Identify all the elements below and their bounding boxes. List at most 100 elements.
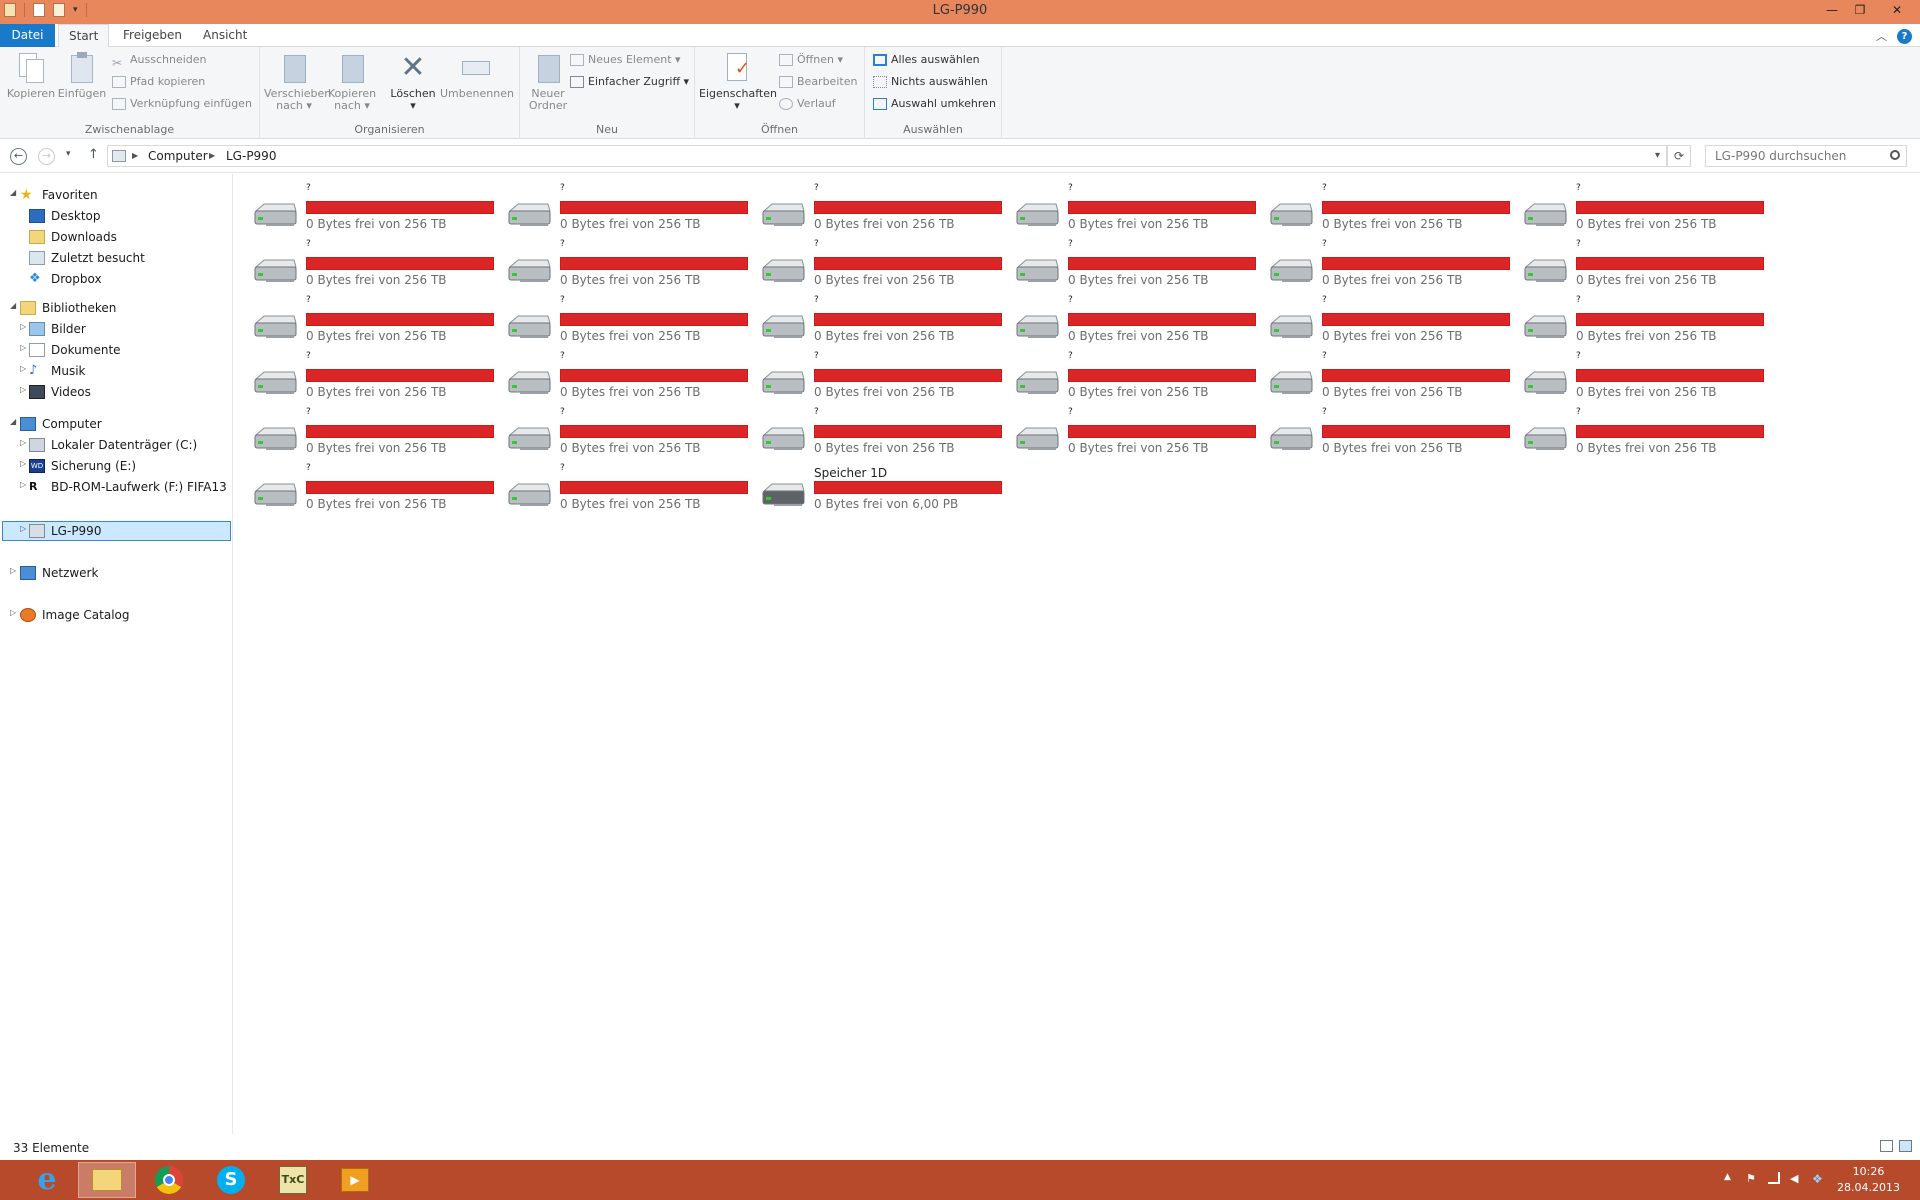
forward-arrow-icon[interactable]: →	[38, 148, 55, 165]
nav-musik[interactable]: ♪ Musik	[29, 361, 86, 381]
drive-tile[interactable]: ? 0 Bytes frei von 256 TB	[1250, 407, 1510, 458]
expand-computer-triangle-icon[interactable]: ◢	[10, 417, 16, 426]
tab-freigeben[interactable]: Freigeben	[113, 24, 192, 47]
expand-netzwerk-triangle-icon[interactable]: ▷	[10, 566, 16, 575]
expand-imagecatalog-triangle-icon[interactable]: ▷	[10, 608, 16, 617]
chrome-icon[interactable]	[140, 1162, 198, 1198]
drive-tile[interactable]: ? 0 Bytes frei von 256 TB	[488, 183, 748, 234]
expand-sicherung-triangle-icon[interactable]: ▷	[20, 459, 26, 468]
system-clock[interactable]: 10:26 28.04.2013	[1837, 1164, 1900, 1196]
drive-tile[interactable]: ? 0 Bytes frei von 256 TB	[742, 407, 1002, 458]
expand-bdrom-triangle-icon[interactable]: ▷	[20, 480, 26, 489]
drive-tile[interactable]: ? 0 Bytes frei von 256 TB	[996, 295, 1256, 346]
nav-lokaler-datentraeger[interactable]: Lokaler Datenträger (C:)	[29, 435, 197, 455]
breadcrumb-computer[interactable]: Computer	[148, 149, 208, 163]
nav-videos[interactable]: Videos	[29, 382, 91, 402]
drive-tile[interactable]: ? 0 Bytes frei von 256 TB	[234, 351, 494, 402]
signal-strength-icon[interactable]	[1768, 1172, 1780, 1184]
expand-dokumente-triangle-icon[interactable]: ▷	[20, 343, 26, 352]
tab-ansicht[interactable]: Ansicht	[193, 24, 257, 47]
expand-favoriten-triangle-icon[interactable]: ◢	[10, 188, 16, 197]
restore-button[interactable]: ❐	[1846, 0, 1874, 20]
minimize-button[interactable]: —	[1818, 0, 1846, 20]
bearbeiten-button[interactable]: Bearbeiten	[779, 73, 857, 91]
file-explorer-icon[interactable]	[78, 1162, 136, 1198]
drive-tile[interactable]: ? 0 Bytes frei von 256 TB	[742, 239, 1002, 290]
internet-explorer-icon[interactable]: e	[18, 1162, 76, 1198]
address-bar[interactable]: ▶ Computer ▶ LG-P990 ▾	[107, 145, 1667, 167]
drive-tile-speicher[interactable]: Speicher 1D 0 Bytes frei von 6,00 PB	[742, 464, 1002, 514]
loeschen-dropdown-chevron-icon[interactable]: ▾	[390, 100, 436, 112]
drive-tile[interactable]: ? 0 Bytes frei von 256 TB	[488, 351, 748, 402]
kopieren-button[interactable]: Kopieren	[6, 51, 56, 100]
neuer-ordner-button[interactable]: Neuer Ordner	[526, 51, 570, 112]
show-hidden-icons-chevron-icon[interactable]: ▲	[1724, 1172, 1736, 1184]
eigenschaften-dropdown-chevron-icon[interactable]: ▾	[699, 100, 775, 112]
drive-tile[interactable]: ? 0 Bytes frei von 256 TB	[234, 183, 494, 234]
up-arrow-icon[interactable]: ↑	[88, 147, 99, 162]
drive-tile[interactable]: ? 0 Bytes frei von 256 TB	[996, 239, 1256, 290]
drive-tile[interactable]: ? 0 Bytes frei von 256 TB	[1250, 295, 1510, 346]
tab-datei[interactable]: Datei	[0, 24, 55, 47]
action-center-flag-icon[interactable]: ⚑	[1746, 1172, 1758, 1185]
nav-image-catalog[interactable]: Image Catalog	[20, 605, 129, 625]
skype-icon[interactable]: S	[202, 1162, 260, 1198]
einfuegen-button[interactable]: Einfügen	[56, 51, 108, 100]
drive-tile[interactable]: ? 0 Bytes frei von 256 TB	[234, 295, 494, 346]
drive-tile[interactable]: ? 0 Bytes frei von 256 TB	[1504, 183, 1764, 234]
expand-lokal-triangle-icon[interactable]: ▷	[20, 438, 26, 447]
drive-tile[interactable]: ? 0 Bytes frei von 256 TB	[1250, 183, 1510, 234]
eigenschaften-button[interactable]: ✓ Eigenschaften ▾	[699, 51, 777, 112]
kopieren-nach-button[interactable]: Kopieren nach ▾	[326, 51, 378, 112]
txc-app-icon[interactable]: TxC	[264, 1162, 322, 1198]
verschieben-nach-button[interactable]: Verschieben nach ▾	[264, 51, 331, 112]
nav-lg-p990[interactable]: LG-P990	[29, 521, 101, 541]
breadcrumb-lg-p990[interactable]: LG-P990	[226, 149, 276, 163]
drive-tile[interactable]: ? 0 Bytes frei von 256 TB	[742, 351, 1002, 402]
drive-tile[interactable]: ? 0 Bytes frei von 256 TB	[996, 351, 1256, 402]
nav-dropbox[interactable]: ❖ Dropbox	[29, 269, 102, 289]
umbenennen-button[interactable]: Umbenennen	[440, 51, 514, 100]
search-icon[interactable]	[1890, 150, 1900, 160]
dropbox-tray-icon[interactable]: ❖	[1812, 1172, 1824, 1186]
verknuepfung-einfuegen-button[interactable]: Verknüpfung einfügen	[112, 95, 252, 113]
details-view-icon[interactable]	[1880, 1140, 1893, 1152]
refresh-icon[interactable]: ⟳	[1667, 145, 1691, 167]
nav-desktop[interactable]: Desktop	[29, 206, 101, 226]
drive-tile[interactable]: ? 0 Bytes frei von 256 TB	[234, 239, 494, 290]
ausschneiden-button[interactable]: ✂ Ausschneiden	[112, 51, 207, 70]
drive-tile[interactable]: ? 0 Bytes frei von 256 TB	[1504, 407, 1764, 458]
drive-tile[interactable]: ? 0 Bytes frei von 256 TB	[488, 295, 748, 346]
breadcrumb-separator-icon[interactable]: ▶	[132, 151, 138, 160]
drive-tile[interactable]: ? 0 Bytes frei von 256 TB	[1504, 239, 1764, 290]
pfad-kopieren-button[interactable]: Pfad kopieren	[112, 73, 205, 91]
nav-downloads[interactable]: Downloads	[29, 227, 117, 247]
nav-dokumente[interactable]: Dokumente	[29, 340, 121, 360]
nav-computer[interactable]: Computer	[20, 414, 102, 434]
drive-tile[interactable]: ? 0 Bytes frei von 256 TB	[996, 407, 1256, 458]
drive-tile[interactable]: ? 0 Bytes frei von 256 TB	[742, 295, 1002, 346]
verlauf-button[interactable]: Verlauf	[779, 95, 836, 113]
media-player-icon[interactable]: ▶	[326, 1162, 384, 1198]
address-history-chevron-icon[interactable]: ▾	[1655, 150, 1660, 161]
drive-tile[interactable]: ? 0 Bytes frei von 256 TB	[1250, 239, 1510, 290]
nav-bd-rom[interactable]: R BD-ROM-Laufwerk (F:) FIFA13	[29, 477, 227, 497]
auswahl-umkehren-button[interactable]: Auswahl umkehren	[873, 95, 996, 113]
tab-start[interactable]: Start	[58, 24, 110, 48]
neues-element-button[interactable]: Neues Element ▾	[570, 51, 681, 69]
expand-videos-triangle-icon[interactable]: ▷	[20, 385, 26, 394]
help-icon[interactable]: ?	[1897, 28, 1912, 44]
expand-lgp990-triangle-icon[interactable]: ▷	[20, 524, 26, 533]
expand-bilder-triangle-icon[interactable]: ▷	[20, 322, 26, 331]
drive-tile[interactable]: ? 0 Bytes frei von 256 TB	[234, 463, 494, 514]
nav-sicherung[interactable]: WD Sicherung (E:)	[29, 456, 136, 476]
recent-locations-chevron-icon[interactable]: ▾	[66, 149, 71, 159]
drive-tile[interactable]: ? 0 Bytes frei von 256 TB	[488, 239, 748, 290]
breadcrumb-separator-icon[interactable]: ▶	[209, 151, 215, 160]
drive-tile[interactable]: ? 0 Bytes frei von 256 TB	[1250, 351, 1510, 402]
drive-tile[interactable]: ? 0 Bytes frei von 256 TB	[742, 183, 1002, 234]
drive-tile[interactable]: ? 0 Bytes frei von 256 TB	[488, 407, 748, 458]
drive-tile[interactable]: ? 0 Bytes frei von 256 TB	[1504, 351, 1764, 402]
nav-zuletzt-besucht[interactable]: Zuletzt besucht	[29, 248, 145, 268]
nav-bilder[interactable]: Bilder	[29, 319, 86, 339]
